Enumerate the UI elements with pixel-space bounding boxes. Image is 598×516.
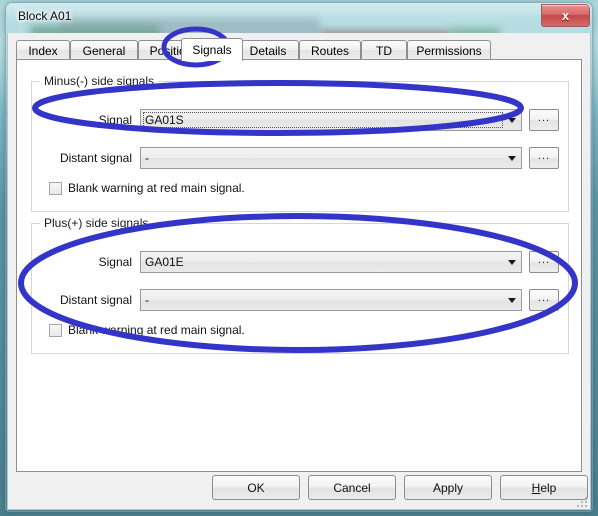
tab-label: Permissions	[416, 43, 482, 58]
cancel-button[interactable]: Cancel	[308, 475, 396, 500]
apply-button-label: Apply	[432, 480, 464, 495]
minus-signal-combo[interactable]: GA01S	[140, 109, 522, 131]
dialog-button-bar: OK Cancel Apply Help	[8, 475, 590, 501]
plus-distant-signal-value: -	[145, 293, 149, 307]
dialog-window: Block A01 x Index General Position Signa…	[5, 2, 593, 512]
plus-distant-signal-browse-button[interactable]: ...	[529, 289, 559, 311]
group-minus-side-signals: Minus(-) side signals Signal GA01S ... D…	[31, 74, 569, 212]
tab-label: Routes	[310, 43, 350, 58]
help-button-label: elp	[540, 480, 557, 495]
close-button[interactable]: x	[541, 4, 590, 27]
ellipsis-icon: ...	[537, 291, 551, 304]
chevron-down-icon	[508, 156, 516, 161]
tab-index[interactable]: Index	[16, 40, 70, 60]
minus-distant-signal-value: -	[145, 151, 149, 165]
chevron-down-icon	[508, 298, 516, 303]
plus-signal-combo[interactable]: GA01E	[140, 251, 522, 273]
ok-button[interactable]: OK	[212, 475, 300, 500]
tab-signals[interactable]: Signals	[181, 38, 243, 61]
tab-routes[interactable]: Routes	[299, 40, 361, 60]
minus-distant-signal-combo[interactable]: -	[140, 147, 522, 169]
minus-blank-warning-checkbox-row[interactable]: Blank warning at red main signal.	[49, 181, 245, 195]
tab-general[interactable]: General	[70, 40, 138, 60]
minus-distant-signal-label: Distant signal	[59, 151, 132, 165]
minus-distant-signal-browse-button[interactable]: ...	[529, 147, 559, 169]
tab-label: Index	[28, 43, 58, 58]
group-minus-legend: Minus(-) side signals	[40, 74, 159, 88]
tab-page-signals: Minus(-) side signals Signal GA01S ... D…	[16, 59, 582, 472]
apply-button[interactable]: Apply	[404, 475, 492, 500]
group-plus-side-signals: Plus(+) side signals Signal GA01E ... Di…	[31, 216, 569, 354]
screen-root: Block A01 x Index General Position Signa…	[0, 0, 598, 516]
tab-td[interactable]: TD	[361, 40, 407, 60]
minus-signal-value: GA01S	[145, 113, 184, 127]
minus-blank-warning-label: Blank warning at red main signal.	[68, 181, 245, 195]
tab-details[interactable]: Details	[237, 40, 299, 60]
tab-label: General	[82, 43, 126, 58]
focus-rectangle	[143, 112, 503, 128]
resize-grip[interactable]	[575, 495, 587, 507]
chevron-down-icon	[508, 260, 516, 265]
minus-signal-label: Signal	[98, 113, 132, 127]
minus-signal-browse-button[interactable]: ...	[529, 109, 559, 131]
checkbox-icon[interactable]	[49, 323, 62, 337]
ok-button-label: OK	[247, 480, 265, 495]
title-bar[interactable]: Block A01 x	[6, 3, 592, 33]
group-plus-legend: Plus(+) side signals	[40, 216, 153, 230]
checkbox-icon[interactable]	[49, 181, 62, 195]
help-button-mnemonic: H	[531, 480, 541, 495]
plus-signal-label: Signal	[98, 255, 132, 269]
ellipsis-icon: ...	[537, 111, 551, 124]
plus-distant-signal-label: Distant signal	[59, 293, 132, 307]
chevron-down-icon	[508, 118, 516, 123]
tab-strip: Index General Position Signals Details R…	[16, 38, 582, 61]
plus-signal-browse-button[interactable]: ...	[529, 251, 559, 273]
cancel-button-label: Cancel	[333, 480, 371, 495]
plus-distant-signal-combo[interactable]: -	[140, 289, 522, 311]
tab-permissions[interactable]: Permissions	[407, 40, 491, 60]
ellipsis-icon: ...	[537, 253, 551, 266]
plus-blank-warning-checkbox-row[interactable]: Blank warning at red main signal.	[49, 323, 245, 337]
tab-label: TD	[376, 43, 392, 58]
plus-signal-value: GA01E	[145, 255, 184, 269]
dialog-client-area: Index General Position Signals Details R…	[7, 33, 591, 510]
plus-blank-warning-label: Blank warning at red main signal.	[68, 323, 245, 337]
tab-label: Signals	[192, 43, 232, 57]
ellipsis-icon: ...	[537, 149, 551, 162]
tab-label: Details	[249, 43, 287, 58]
close-icon: x	[561, 8, 570, 23]
window-title: Block A01	[18, 9, 72, 23]
